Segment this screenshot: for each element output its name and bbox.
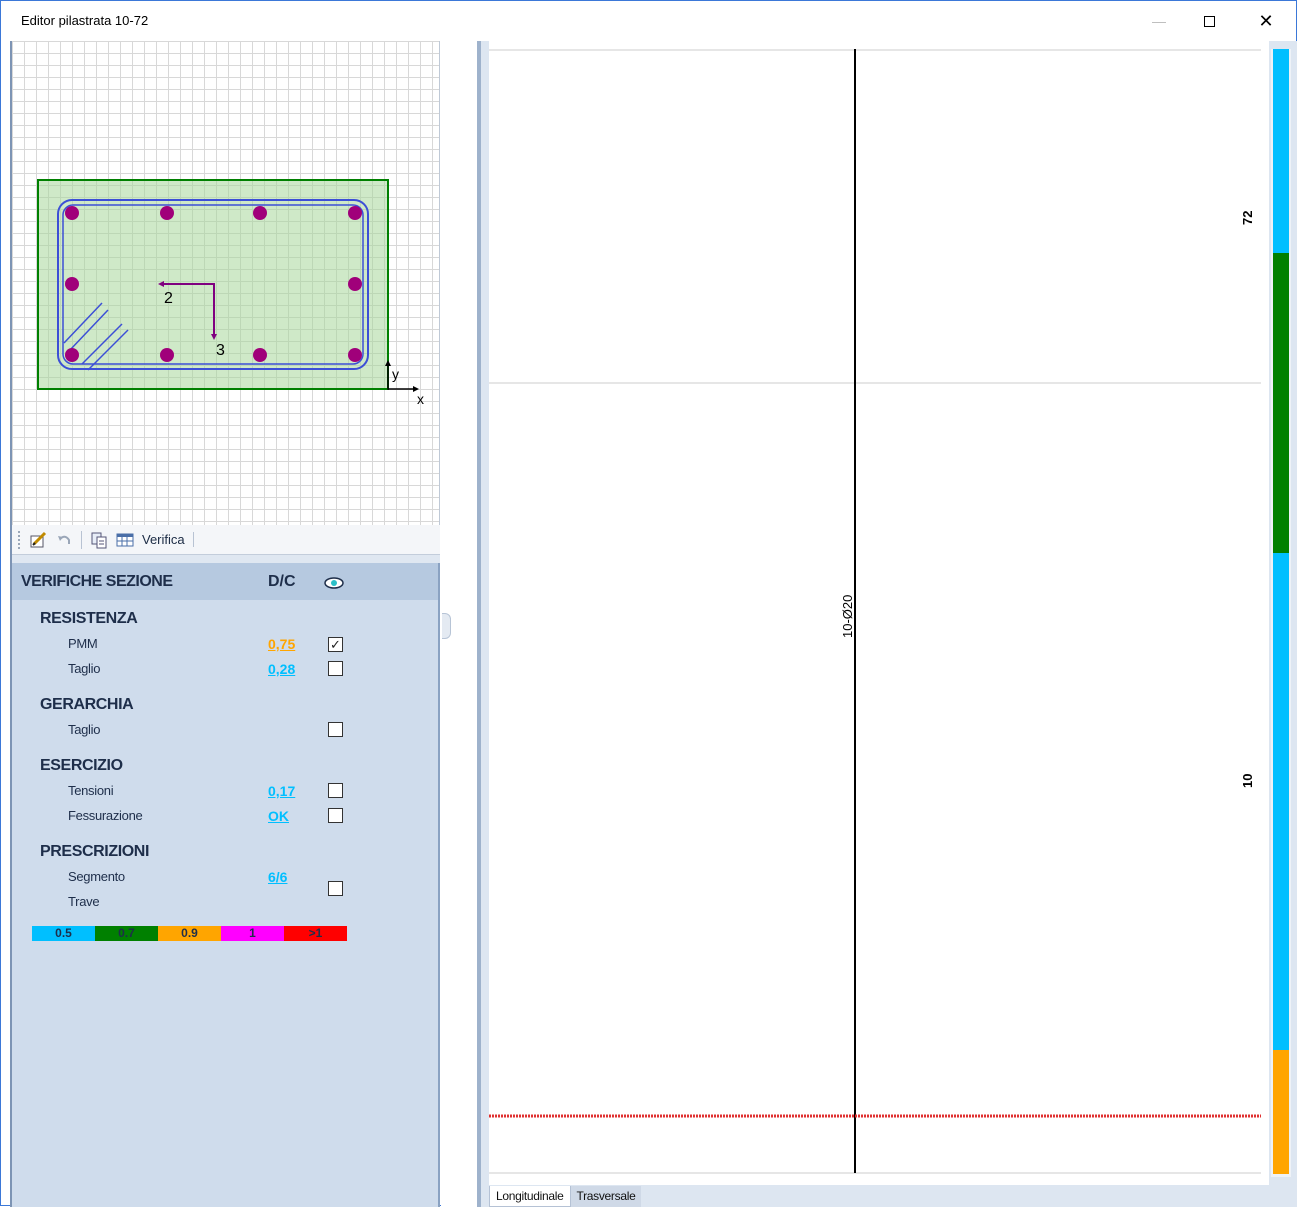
- group-prescrizioni: PRESCRIZIONI: [40, 843, 149, 860]
- verifiche-title: VERIFICHE SEZIONE: [21, 572, 173, 590]
- row-gerarchia-taglio-label: Taglio: [68, 722, 101, 737]
- legend-item: 0.5: [32, 926, 95, 941]
- legend-item: 0.7: [95, 926, 158, 941]
- rebar-dot: [348, 277, 362, 291]
- group-esercizio: ESERCIZIO: [40, 757, 123, 774]
- pmm-checkbox[interactable]: ✓: [328, 637, 343, 652]
- row-fessurazione-label: Fessurazione: [68, 808, 143, 823]
- fessurazione-checkbox[interactable]: [328, 808, 343, 823]
- splitter-collapse-handle[interactable]: [442, 613, 451, 639]
- section-editor-canvas[interactable]: 2 3 y x: [12, 41, 440, 525]
- tab-longitudinale[interactable]: Longitudinale: [489, 1186, 571, 1207]
- tab-trasversale[interactable]: Trasversale: [570, 1186, 642, 1207]
- legend-item: >1: [284, 926, 347, 941]
- close-icon: ✕: [1258, 10, 1274, 31]
- segmento-value-link[interactable]: 6/6: [268, 869, 287, 885]
- legend-item: 1: [221, 926, 284, 941]
- edit-icon[interactable]: [29, 531, 47, 549]
- maximize-icon: [1203, 15, 1215, 27]
- tensioni-value-link[interactable]: 0,17: [268, 783, 295, 799]
- section-toolbar: Verifica: [12, 525, 440, 555]
- column-elevation-drawing: 10-Ø20 72 10: [489, 49, 1261, 1174]
- left-panel: 2 3 y x Verifica VERIFICHE SEZIONE D/C R…: [10, 41, 440, 1207]
- legend-item: 0.9: [158, 926, 221, 941]
- axis2-label: 2: [164, 290, 173, 307]
- column-elevation-canvas[interactable]: 10-Ø20 72 10: [489, 41, 1269, 1185]
- row-taglio-label: Taglio: [68, 661, 101, 676]
- gerarchia-taglio-checkbox[interactable]: [328, 722, 343, 737]
- title-bar: Editor pilastrata 10-72 — ✕: [1, 1, 1296, 41]
- segment-ok: [1273, 49, 1289, 253]
- view-tabs: Longitudinale Trasversale: [489, 1186, 642, 1207]
- taglio-checkbox[interactable]: [328, 661, 343, 676]
- eye-icon[interactable]: [324, 576, 344, 594]
- dc-color-legend: 0.5 0.7 0.9 1 >1: [32, 926, 347, 941]
- section-drawing: 2 3 y x: [37, 179, 424, 407]
- verifiche-panel: VERIFICHE SEZIONE D/C RESISTENZA PMM 0,7…: [12, 563, 440, 1207]
- segment-09: [1273, 1050, 1289, 1174]
- minimize-button[interactable]: —: [1136, 1, 1182, 41]
- rebar-dot: [253, 348, 267, 362]
- level-label-top: 72: [1240, 211, 1255, 225]
- group-gerarchia: GERARCHIA: [40, 696, 134, 713]
- editor-window: Editor pilastrata 10-72 — ✕ 2 3 y x Veri…: [0, 0, 1297, 1207]
- segment-07: [1273, 253, 1289, 553]
- rebar-dot: [65, 206, 79, 220]
- rebar-label: 10-Ø20: [840, 595, 855, 638]
- window-title: Editor pilastrata 10-72: [21, 13, 149, 28]
- copy-icon[interactable]: [90, 531, 108, 549]
- row-tensioni-label: Tensioni: [68, 783, 114, 798]
- fessurazione-value-link[interactable]: OK: [268, 808, 289, 824]
- toolbar-separator: [81, 530, 82, 549]
- toolbar-grip[interactable]: [18, 530, 21, 549]
- dc-status-bar-graphic: [1273, 49, 1289, 1174]
- row-trave-label: Trave: [68, 894, 100, 909]
- x-axis-label: x: [417, 391, 424, 407]
- group-resistenza: RESISTENZA: [40, 610, 138, 627]
- rebar-dot: [160, 348, 174, 362]
- rebar-dot: [65, 348, 79, 362]
- right-panel: 10-Ø20 72 10 Longitudinale Trasversale: [477, 41, 1297, 1207]
- taglio-value-link[interactable]: 0,28: [268, 661, 295, 677]
- prescrizioni-checkbox[interactable]: [328, 881, 343, 896]
- table-icon[interactable]: [116, 531, 134, 549]
- level-label-bottom: 10: [1240, 774, 1255, 788]
- verifiche-header: VERIFICHE SEZIONE D/C: [12, 563, 438, 600]
- tensioni-checkbox[interactable]: [328, 783, 343, 798]
- row-pmm-label: PMM: [68, 636, 98, 651]
- verifica-button[interactable]: Verifica: [142, 532, 194, 547]
- rebar-dot: [348, 206, 362, 220]
- segment-ok: [1273, 553, 1289, 1050]
- rebar-dot: [65, 277, 79, 291]
- axis3-label: 3: [216, 342, 225, 359]
- rebar-dot: [253, 206, 267, 220]
- row-segmento-label: Segmento: [68, 869, 125, 884]
- close-button[interactable]: ✕: [1243, 1, 1289, 41]
- dc-status-bar: [1271, 49, 1291, 1177]
- maximize-button[interactable]: [1186, 1, 1232, 41]
- rebar-dot: [160, 206, 174, 220]
- y-axis-label: y: [392, 366, 399, 382]
- pmm-value-link[interactable]: 0,75: [268, 636, 295, 652]
- rebar-dot: [348, 348, 362, 362]
- undo-icon[interactable]: [55, 531, 73, 549]
- dc-column-header: D/C: [268, 573, 296, 590]
